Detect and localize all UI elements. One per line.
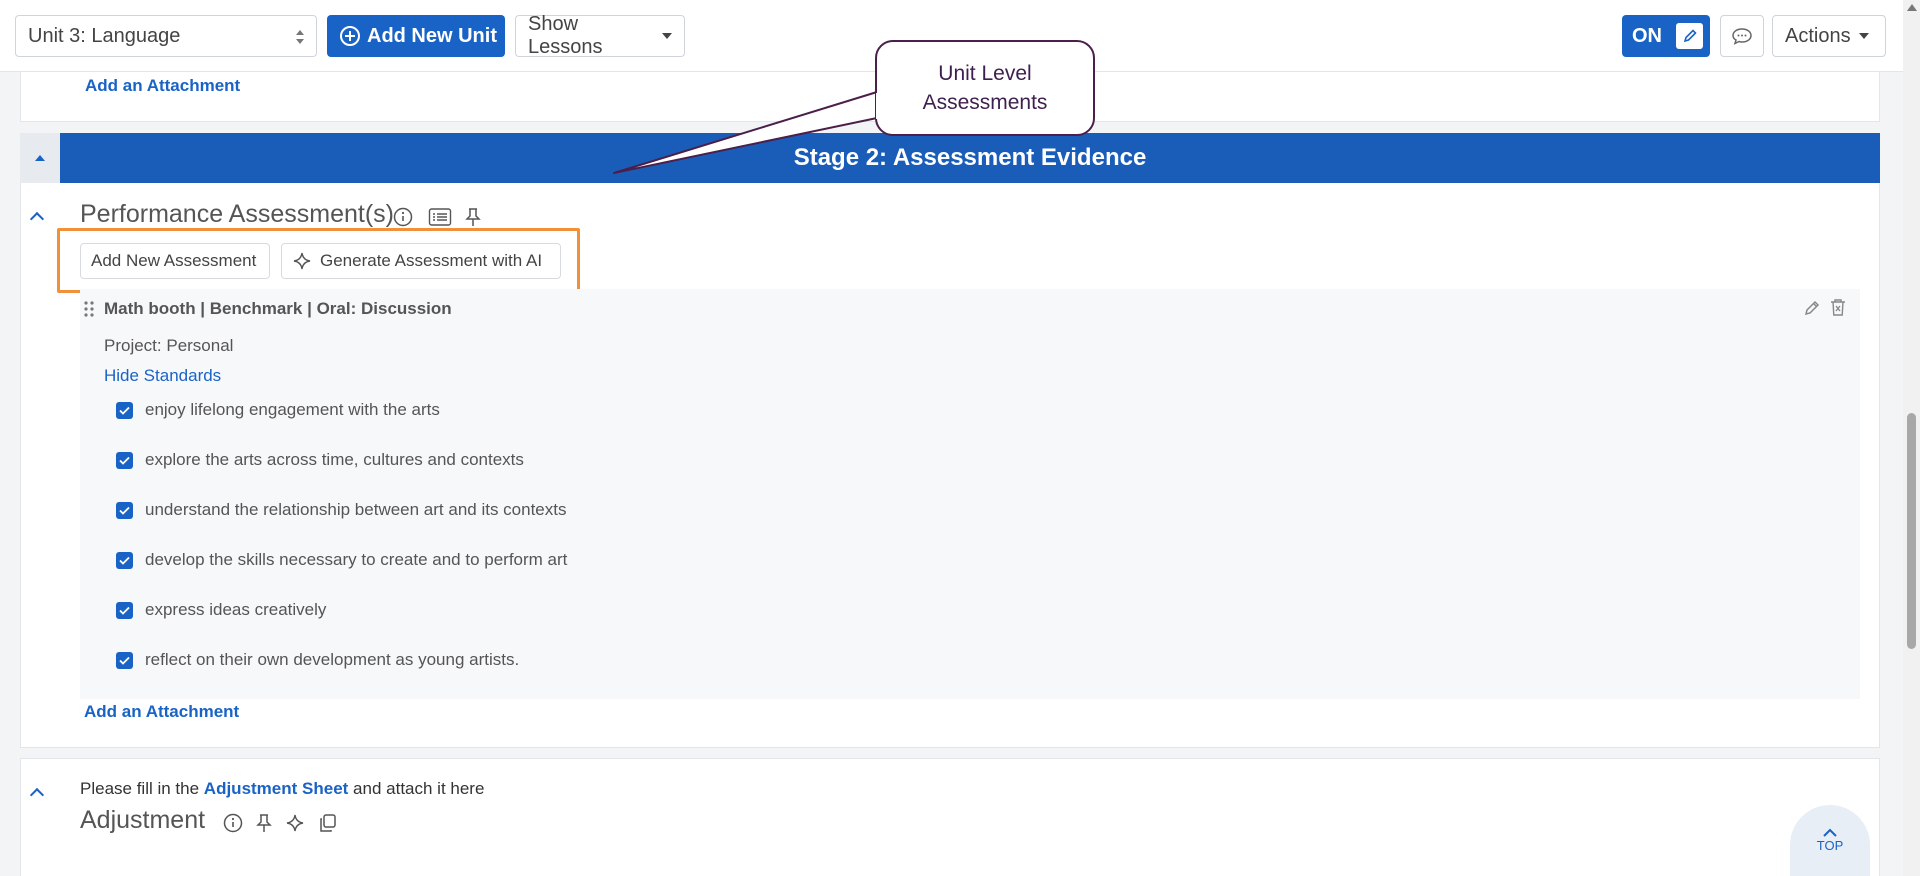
adjustment-sheet-link[interactable]: Adjustment Sheet: [204, 779, 349, 798]
scroll-top-button[interactable]: TOP: [1790, 805, 1870, 876]
section-collapse-button[interactable]: [29, 785, 45, 803]
chevron-up-icon: [1823, 828, 1837, 837]
unit-select-value: Unit 3: Language: [28, 25, 181, 47]
callout-join: [876, 93, 880, 119]
copy-icon[interactable]: [317, 812, 339, 834]
drag-handle-icon[interactable]: [84, 301, 94, 317]
actions-dropdown[interactable]: Actions: [1772, 15, 1886, 57]
callout-line-1: Unit Level: [938, 62, 1032, 85]
delete-icon[interactable]: [1830, 298, 1846, 317]
checkbox-checked[interactable]: [116, 451, 133, 469]
checkbox-checked[interactable]: [116, 651, 133, 669]
chevron-up-icon: [35, 155, 45, 161]
hide-standards-link[interactable]: Hide Standards: [104, 366, 221, 386]
adjustment-note: Please fill in the Adjustment Sheet and …: [80, 779, 484, 799]
comment-icon: [1732, 28, 1752, 45]
checkbox-checked[interactable]: [116, 501, 133, 519]
standard-item: enjoy lifelong engagement with the arts: [116, 400, 440, 420]
edit-pencil-icon[interactable]: [1803, 299, 1821, 317]
highlight-box: [57, 228, 580, 293]
assessment-project: Project: Personal: [104, 336, 234, 355]
scrollbar[interactable]: [1903, 0, 1920, 876]
standard-item: express ideas creatively: [116, 600, 326, 620]
list-icon[interactable]: [428, 206, 452, 228]
standard-text: understand the relationship between art …: [145, 500, 567, 519]
adjustment-note-suffix: and attach it here: [348, 779, 485, 798]
standard-text: explore the arts across time, cultures a…: [145, 450, 524, 469]
unit-select[interactable]: Unit 3: Language: [15, 15, 317, 57]
adjustment-note-prefix: Please fill in the: [80, 779, 204, 798]
show-lessons-label: Show Lessons: [528, 13, 603, 58]
standard-text: express ideas creatively: [145, 600, 327, 619]
add-new-unit-button[interactable]: Add New Unit: [327, 15, 505, 57]
checkbox-checked[interactable]: [116, 401, 133, 419]
chevron-down-icon: [662, 33, 672, 39]
info-icon[interactable]: [222, 812, 244, 834]
chevron-down-icon: [1858, 33, 1869, 39]
standard-item: explore the arts across time, cultures a…: [116, 450, 524, 470]
plus-circle-icon: [340, 26, 360, 46]
actions-label: Actions: [1785, 24, 1851, 47]
standard-item: develop the skills necessary to create a…: [116, 550, 567, 570]
callout-pointer: [613, 91, 878, 174]
info-icon[interactable]: [392, 206, 414, 228]
toggle-label: ON: [1632, 24, 1662, 47]
chevron-up-icon: [29, 211, 45, 227]
standard-item: reflect on their own development as youn…: [116, 650, 519, 670]
comments-button[interactable]: [1720, 15, 1764, 57]
section-collapse-button[interactable]: [29, 209, 45, 227]
callout-annotation: Unit Level Assessments: [875, 40, 1095, 136]
checkbox-checked[interactable]: [116, 551, 133, 569]
assessment-item: [80, 289, 1860, 699]
chevron-up-icon: [29, 787, 45, 803]
edit-mode-toggle[interactable]: ON: [1622, 15, 1710, 57]
adjustment-title: Adjustment: [80, 806, 206, 834]
standard-text: develop the skills necessary to create a…: [145, 550, 568, 569]
standard-item: understand the relationship between art …: [116, 500, 567, 520]
sparkle-icon[interactable]: [284, 812, 306, 834]
scroll-up-arrow[interactable]: [1907, 4, 1917, 11]
select-arrows-icon: [296, 30, 304, 44]
add-attachment-link[interactable]: Add an Attachment: [84, 702, 239, 722]
checkbox-checked[interactable]: [116, 601, 133, 619]
stage-banner: Stage 2: Assessment Evidence: [60, 133, 1880, 183]
pin-icon[interactable]: [253, 812, 275, 834]
pencil-icon: [1676, 23, 1703, 49]
standard-text: enjoy lifelong engagement with the arts: [145, 400, 440, 419]
section-title: Performance Assessment(s): [80, 200, 394, 228]
scroll-top-label: TOP: [1816, 838, 1844, 853]
add-new-unit-label: Add New Unit: [367, 24, 497, 47]
standard-text: reflect on their own development as youn…: [145, 650, 520, 669]
callout-line-2: Assessments: [922, 91, 1048, 114]
pin-icon[interactable]: [462, 206, 484, 228]
assessment-title: Math booth | Benchmark | Oral: Discussio…: [104, 299, 452, 318]
add-attachment-link[interactable]: Add an Attachment: [85, 76, 240, 96]
show-lessons-dropdown[interactable]: Show Lessons: [515, 13, 685, 58]
stage-collapse-button[interactable]: [20, 133, 60, 183]
scrollbar-thumb[interactable]: [1907, 413, 1916, 649]
